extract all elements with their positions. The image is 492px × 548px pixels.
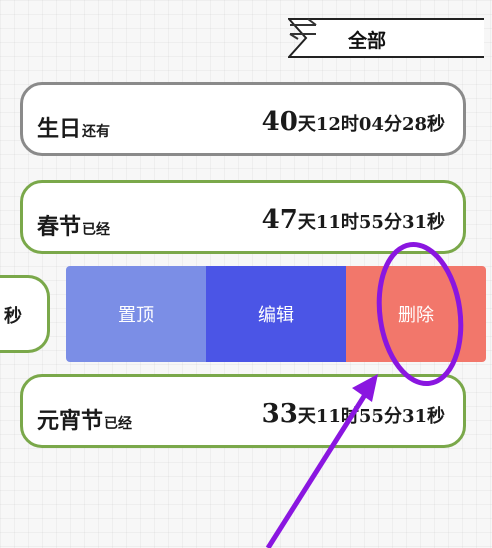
filter-label: 全部 <box>348 30 387 52</box>
card-name: 生日还有 <box>37 116 111 142</box>
card-countdown: 47天11时55分31秒 <box>261 205 445 235</box>
card-countdown: 40天12时04分28秒 <box>261 107 445 137</box>
card-countdown: 33天11时55分31秒 <box>261 399 445 429</box>
countdown-card-spring-festival[interactable]: 春节已经 47天11时55分31秒 <box>20 180 466 254</box>
pin-button[interactable]: 置顶 <box>66 266 206 362</box>
swiped-card[interactable]: 秒 <box>0 275 50 353</box>
card-name: 春节已经 <box>37 214 111 240</box>
swap-icon[interactable] <box>288 18 318 40</box>
countdown-card-lantern-festival[interactable]: 元宵节已经 33天11时55分31秒 <box>20 374 466 448</box>
countdown-card-birthday[interactable]: 生日还有 40天12时04分28秒 <box>20 82 466 156</box>
card-name: 元宵节已经 <box>37 408 133 434</box>
swiped-card-text: 秒 <box>4 306 22 327</box>
edit-button[interactable]: 编辑 <box>206 266 346 362</box>
delete-button[interactable]: 删除 <box>346 266 486 362</box>
filter-tab[interactable]: 全部 <box>288 18 484 58</box>
swipe-actions: 置顶 编辑 删除 <box>66 266 486 362</box>
